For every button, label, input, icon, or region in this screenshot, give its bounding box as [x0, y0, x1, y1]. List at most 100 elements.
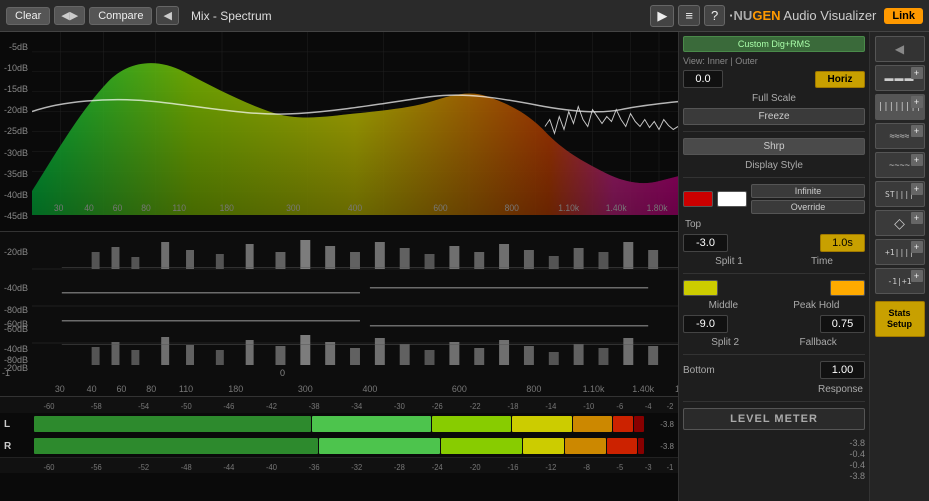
db-label-40: -40dB	[0, 190, 32, 200]
list-button[interactable]: ≡	[678, 5, 700, 26]
svg-text:110: 110	[172, 203, 186, 213]
svg-text:-48: -48	[181, 462, 192, 471]
preset-button[interactable]: Custom Dig+RMS	[683, 36, 865, 52]
svg-text:-6: -6	[616, 402, 623, 411]
zero-label: 0	[280, 368, 285, 378]
svg-text:80: 80	[141, 203, 151, 213]
level-meter-label: LEVEL METER	[730, 413, 818, 425]
collapse-button[interactable]: ◀	[875, 36, 925, 62]
nugen-logo: ·NUGEN Audio Visualizer	[729, 8, 876, 23]
stats-setup-label: StatsSetup	[887, 308, 912, 330]
svg-text:800: 800	[505, 203, 519, 213]
svg-text:1.80k: 1.80k	[675, 384, 678, 394]
svg-text:300: 300	[286, 203, 300, 213]
response-value[interactable]: 1.00	[820, 361, 865, 379]
time-label: Time	[811, 256, 833, 267]
svg-text:1.10k: 1.10k	[558, 203, 580, 213]
peak-hold-label: Peak Hold	[793, 300, 839, 311]
fullscale-value[interactable]: 0.0	[683, 70, 723, 88]
meter-db-80b: -80dB	[0, 305, 32, 315]
svg-text:-32: -32	[351, 462, 362, 471]
bottom-label: Bottom	[683, 365, 816, 376]
svg-text:-1: -1	[667, 462, 674, 471]
svg-text:-28: -28	[394, 462, 405, 471]
meter-bars-viz	[32, 232, 678, 380]
db-label-10: -10dB	[0, 63, 32, 73]
play-button[interactable]: ▶	[650, 5, 674, 27]
svg-text:40: 40	[87, 384, 97, 394]
minus1-label: -1	[2, 368, 10, 378]
svg-text:-14: -14	[545, 402, 557, 411]
r-db-38: -3.8	[646, 442, 674, 451]
fullscale-label: Full Scale	[752, 93, 796, 104]
top-color2-swatch[interactable]	[717, 191, 747, 207]
svg-text:-26: -26	[432, 402, 443, 411]
back-forward-button[interactable]: ◀▶	[54, 6, 85, 25]
level-meter-label-row: LEVEL METER	[683, 408, 865, 430]
clear-button[interactable]: Clear	[6, 7, 50, 25]
display-style-btn-6[interactable]: ◇ +	[875, 210, 925, 236]
svg-text:-8: -8	[583, 462, 590, 471]
svg-text:400: 400	[348, 203, 362, 213]
r-meter-row: R -3.8	[0, 435, 678, 457]
svg-text:-30: -30	[394, 402, 406, 411]
left-arrow-icon: ◀	[895, 42, 904, 56]
infinite-button[interactable]: Infinite	[751, 184, 865, 198]
fullscale-label-row: Full Scale	[683, 92, 865, 104]
svg-text:600: 600	[433, 203, 447, 213]
view-label: View: Inner | Outer	[683, 56, 758, 66]
split2-value[interactable]: -9.0	[683, 315, 728, 333]
link-button[interactable]: Link	[884, 8, 923, 24]
freeze-button[interactable]: Freeze	[683, 108, 865, 125]
time-value[interactable]: 1.0s	[820, 234, 865, 252]
freeze-row: Freeze	[683, 108, 865, 125]
svg-text:-36: -36	[309, 462, 320, 471]
svg-text:-56: -56	[91, 462, 102, 471]
display-style-btn-8[interactable]: -1|+1 +	[875, 268, 925, 294]
display-style-label-row: Display Style	[683, 159, 865, 171]
db-reading-38: -3.8	[849, 438, 865, 448]
svg-text:1.40k: 1.40k	[606, 203, 628, 213]
display-style-btn-5[interactable]: ST|||| +	[875, 181, 925, 207]
horiz-button[interactable]: Horiz	[815, 71, 865, 88]
display-style-btn-1[interactable]: ▬▬▬ +	[875, 65, 925, 91]
stats-setup-button[interactable]: StatsSetup	[875, 301, 925, 337]
shrp-button[interactable]: Shrp	[683, 138, 865, 155]
spectrum-db-labels: -5dB -10dB -15dB -20dB -25dB -30dB -35dB…	[0, 32, 32, 231]
display-style-btn-7[interactable]: +1|||| +	[875, 239, 925, 265]
meter-db-60b: -60dB	[0, 324, 32, 334]
prev-button[interactable]: ◀	[156, 6, 178, 25]
fallback-label: Fallback	[800, 337, 837, 348]
split1-value[interactable]: -3.0	[683, 234, 728, 252]
peak-color-swatch[interactable]	[830, 280, 865, 296]
svg-text:400: 400	[362, 384, 377, 394]
meter-db-20: -20dB	[0, 247, 32, 257]
middle-color-swatch[interactable]	[683, 280, 718, 296]
top-color-swatch[interactable]	[683, 191, 713, 207]
split1-row: -3.0 1.0s	[683, 234, 865, 252]
right-db-readings: -3.8 -0.4 -0.4 -3.8	[683, 438, 865, 481]
help-button[interactable]: ?	[704, 5, 725, 26]
compare-button[interactable]: Compare	[89, 7, 152, 25]
svg-text:-42: -42	[266, 402, 277, 411]
meter-db-40b: -40dB	[0, 344, 32, 354]
display-style-btn-4[interactable]: ~~~~ +	[875, 152, 925, 178]
l-meter-row: L -3.8	[0, 413, 678, 435]
svg-text:-12: -12	[545, 462, 556, 471]
override-button[interactable]: Override	[751, 200, 865, 214]
svg-text:-40: -40	[266, 462, 278, 471]
display-style-label: Display Style	[745, 160, 803, 171]
db-label-15: -15dB	[0, 84, 32, 94]
meter-db-40: -40dB	[0, 283, 32, 293]
divider-3	[683, 273, 865, 274]
display-style-btn-2[interactable]: |||||||| +	[875, 94, 925, 120]
svg-text:-38: -38	[309, 402, 320, 411]
plus-icon-4: +	[911, 154, 923, 166]
right-panel: Custom Dig+RMS View: Inner | Outer 0.0 H…	[679, 32, 869, 501]
level-meter-section: -60 -58 -54 -50 -46 -42 -38 -34 -30 -26 …	[0, 397, 678, 501]
svg-text:180: 180	[220, 203, 234, 213]
divider-5	[683, 401, 865, 402]
display-style-btn-3[interactable]: ≈≈≈≈ +	[875, 123, 925, 149]
fallback-value[interactable]: 0.75	[820, 315, 865, 333]
db-label-35: -35dB	[0, 169, 32, 179]
